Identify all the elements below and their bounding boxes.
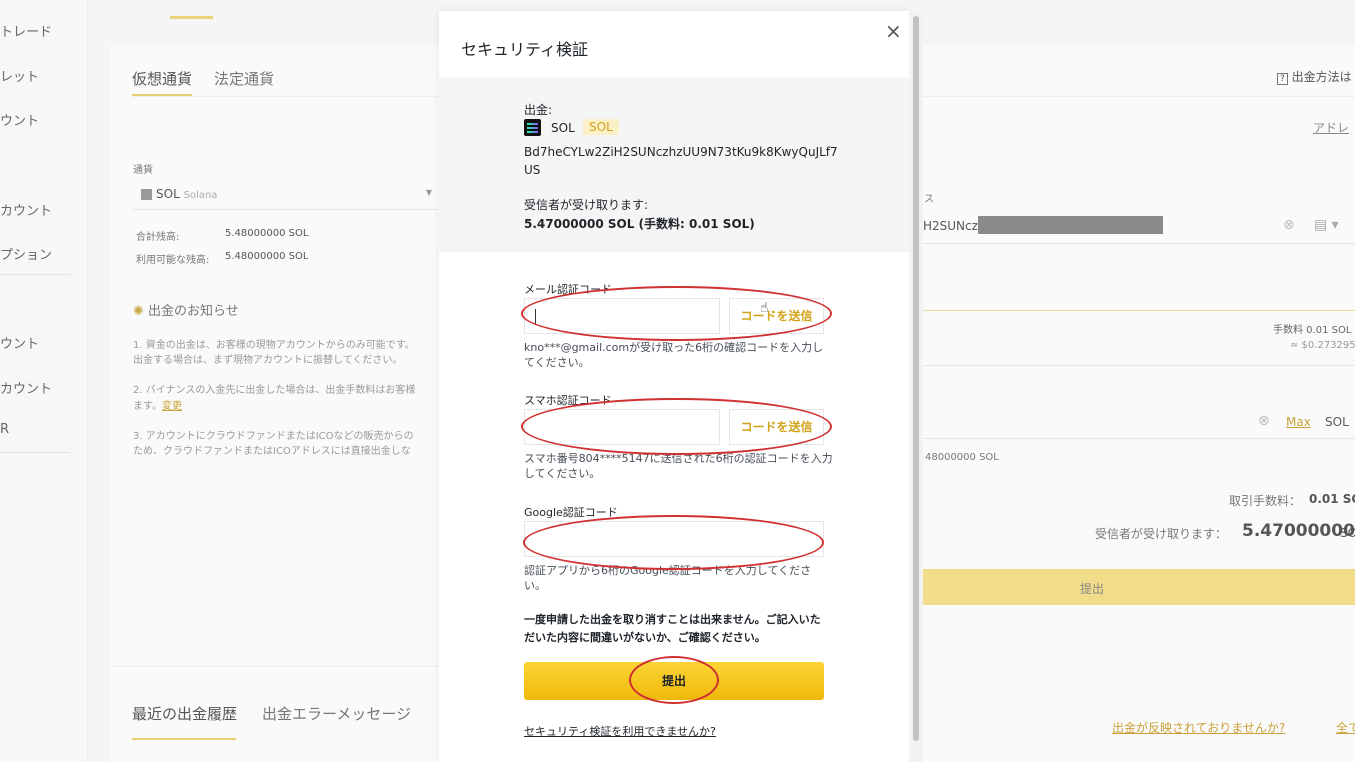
help-link-text: 出金方法は bbox=[1291, 70, 1352, 84]
address-label: ス bbox=[924, 194, 934, 205]
help-link[interactable]: ? 出金方法は bbox=[1277, 68, 1352, 85]
redacted-address bbox=[978, 216, 1163, 234]
tab-divider bbox=[132, 96, 438, 97]
left-sidebar: トレード レット ウント カウント プション ウント カウント R bbox=[0, 0, 88, 762]
coin-select-symbol: SOL bbox=[156, 187, 180, 201]
email-code-label: メール認証コード bbox=[524, 283, 612, 296]
notice-line: 1. 資金の出金は、お客様の現物アカウントからのみ可能です。 bbox=[133, 340, 415, 351]
question-icon: ? bbox=[1277, 73, 1288, 85]
max-link[interactable]: Max bbox=[1286, 415, 1311, 429]
withdraw-coin: SOL bbox=[551, 121, 575, 135]
currency-label: 通貨 bbox=[133, 165, 153, 176]
sidebar-divider bbox=[0, 452, 70, 453]
receive-amount-unit: SO bbox=[1340, 526, 1355, 540]
network-fee: 手数料 0.01 SOL bbox=[1273, 325, 1352, 336]
available-balance-value: 5.48000000 SOL bbox=[225, 251, 309, 262]
sidebar-item-account-3[interactable]: カウント bbox=[0, 378, 52, 397]
security-verification-modal: セキュリティ検証 × 出金: SOL SOL Bd7heCYLw2ZiH2SUN… bbox=[439, 11, 909, 762]
not-reflected-link[interactable]: 出金が反映されておりませんか? bbox=[1112, 719, 1285, 736]
notice-change-link[interactable]: 変更 bbox=[162, 401, 182, 412]
lightbulb-icon: ✺ bbox=[133, 304, 144, 319]
sidebar-divider bbox=[0, 274, 70, 275]
sidebar-item-options[interactable]: プション bbox=[0, 244, 52, 263]
coin-select[interactable]: SOL Solana ▼ bbox=[133, 180, 438, 210]
sidebar-item-r[interactable]: R bbox=[0, 422, 9, 437]
modal-scrollbar[interactable] bbox=[909, 11, 923, 762]
tab-recent-withdrawals[interactable]: 最近の出金履歴 bbox=[132, 703, 237, 724]
clear-icon[interactable]: ⊗ bbox=[1283, 217, 1295, 233]
close-icon[interactable]: × bbox=[885, 19, 902, 43]
balance-hint: 48000000 SOL bbox=[925, 452, 999, 463]
submit-button[interactable]: 提出 bbox=[524, 662, 824, 700]
google-code-input[interactable] bbox=[524, 521, 824, 557]
notice-line: ます。変更 bbox=[133, 397, 182, 412]
email-hint-line2: てください。 bbox=[524, 356, 590, 369]
email-send-code-button[interactable]: コードを送信 bbox=[729, 298, 824, 334]
sidebar-item-sub-account[interactable]: カウント bbox=[0, 200, 52, 219]
clear-amount-icon[interactable]: ⊗ bbox=[1258, 413, 1270, 429]
sidebar-item-trade[interactable]: トレード bbox=[0, 21, 52, 40]
sol-logo-icon bbox=[524, 119, 541, 136]
sidebar-item-account-2[interactable]: ウント bbox=[0, 333, 39, 352]
google-code-label: Google認証コード bbox=[524, 506, 618, 519]
coin-badge: SOL bbox=[583, 119, 619, 135]
email-code-input[interactable] bbox=[524, 298, 720, 334]
tab-recent-underline bbox=[132, 738, 236, 740]
tab-fiat[interactable]: 法定通貨 bbox=[214, 68, 274, 89]
total-balance-value: 5.48000000 SOL bbox=[225, 228, 309, 239]
right-divider bbox=[922, 96, 1355, 97]
phone-hint-line1: スマホ番号804****5147に送信された6桁の認証コードを入力 bbox=[524, 452, 833, 465]
chevron-down-icon: ▼ bbox=[425, 188, 432, 197]
notice-line: 2. バイナンスの入金先に出金した場合は、出金手数料はお客様 bbox=[133, 385, 416, 396]
notice-line-text: ます。 bbox=[133, 401, 162, 412]
tab-withdraw-errors[interactable]: 出金エラーメッセージ bbox=[262, 703, 411, 724]
phone-code-input[interactable] bbox=[524, 409, 720, 445]
view-all-link[interactable]: 全て bbox=[1336, 719, 1355, 736]
withdraw-label: 出金: bbox=[524, 103, 553, 117]
warning-line1: 一度申請した出金を取り消すことは出来ません。ご記入いた bbox=[524, 613, 821, 626]
sidebar-item-wallet[interactable]: レット bbox=[0, 66, 39, 85]
notice-line: 出金する場合は、まず現物アカウントに振替してください。 bbox=[133, 355, 403, 366]
tx-fee-value: 0.01 SO bbox=[1309, 492, 1355, 506]
email-hint-line1: kno***@gmail.comが受け取った6桁の確認コードを入力し bbox=[524, 341, 824, 354]
submit-button-background[interactable] bbox=[922, 569, 1355, 605]
receive-amount-value: 5.47000000 bbox=[1242, 521, 1355, 541]
receive-value: 5.47000000 SOL (手数料: 0.01 SOL) bbox=[524, 217, 755, 231]
network-fee-usd: ≈ $0.273295 bbox=[1290, 340, 1355, 351]
notice-line: 3. アカウントにクラウドファンドまたはICOなどの販売からの bbox=[133, 431, 414, 442]
phone-hint-line2: してください。 bbox=[524, 467, 601, 480]
hand-cursor-icon: ☝ bbox=[760, 300, 769, 316]
address-value: H2SUNczl bbox=[923, 219, 982, 233]
phone-send-code-button[interactable]: コードを送信 bbox=[729, 409, 824, 445]
notice-title: ✺ 出金のお知らせ bbox=[133, 300, 239, 319]
receive-amount-label: 受信者が受け取ります： bbox=[1095, 527, 1228, 541]
address-book-icon[interactable]: ▤ ▾ bbox=[1314, 217, 1339, 233]
available-balance-label: 利用可能な残高: bbox=[136, 255, 210, 266]
total-balance-label: 合計残高: bbox=[136, 232, 180, 243]
history-divider bbox=[110, 666, 439, 667]
sol-coin-icon bbox=[141, 189, 152, 200]
security-help-link[interactable]: セキュリティ検証を利用できませんか? bbox=[524, 723, 716, 739]
phone-code-label: スマホ認証コード bbox=[524, 394, 612, 407]
withdraw-address-line1: Bd7heCYLw2ZiH2SUNczhzUU9N73tKu9k8KwyQuJL… bbox=[524, 145, 838, 159]
withdraw-address-line2: US bbox=[524, 163, 541, 177]
coin-select-name: Solana bbox=[183, 190, 218, 201]
receive-label: 受信者が受け取ります: bbox=[524, 198, 649, 212]
top-tab-indicator bbox=[170, 16, 213, 19]
warning-line2: だいた内容に間違いがないか、ご確認ください。 bbox=[524, 631, 766, 644]
tab-crypto[interactable]: 仮想通貨 bbox=[132, 68, 192, 89]
modal-title: セキュリティ検証 bbox=[461, 40, 589, 59]
submit-button-background-label: 提出 bbox=[1080, 582, 1105, 596]
notice-title-text: 出金のお知らせ bbox=[148, 304, 239, 319]
google-hint-line2: い。 bbox=[524, 579, 546, 592]
text-caret bbox=[535, 309, 536, 325]
amount-unit: SOL bbox=[1325, 415, 1349, 429]
tx-fee-label: 取引手数料： bbox=[1229, 494, 1302, 508]
google-hint-line1: 認証アプリから6桁のGoogle認証コードを入力してくださ bbox=[524, 564, 812, 577]
notice-line: ため、クラウドファンドまたはICOアドレスには直接出金しな bbox=[133, 446, 411, 457]
sidebar-item-account[interactable]: ウント bbox=[0, 110, 39, 129]
address-book-link[interactable]: アドレ bbox=[1313, 119, 1349, 136]
scrollbar-thumb[interactable] bbox=[913, 16, 919, 741]
network-select[interactable] bbox=[922, 310, 1355, 366]
